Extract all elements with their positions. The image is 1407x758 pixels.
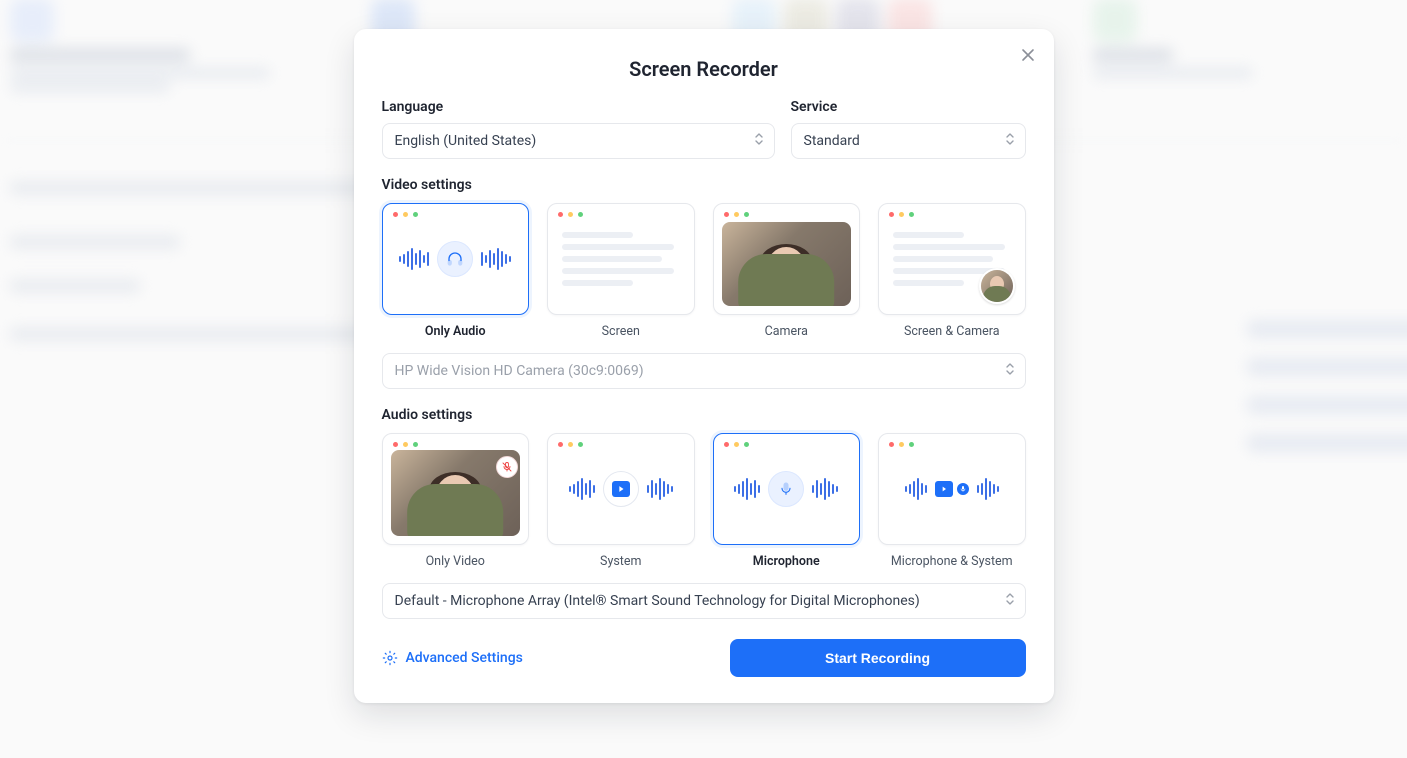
option-label: Only Video [426, 554, 485, 569]
chevron-up-down-icon [1005, 132, 1015, 150]
window-dots-icon [393, 212, 418, 217]
window-dots-icon [393, 442, 418, 447]
chevron-up-down-icon [1005, 362, 1015, 380]
option-label: Microphone [753, 554, 820, 569]
modal-overlay[interactable]: Screen Recorder Language English (United… [0, 0, 1407, 758]
microphone-icon [957, 483, 969, 495]
headphones-icon [437, 241, 473, 277]
window-dots-icon [558, 442, 583, 447]
option-label: Only Audio [425, 324, 486, 339]
audio-option-mic-system[interactable]: Microphone & System [878, 433, 1026, 569]
system-audio-icon [935, 481, 953, 497]
service-label: Service [791, 99, 1026, 115]
start-recording-label: Start Recording [825, 650, 930, 666]
video-options: Only Audio Screen Camera [382, 203, 1026, 339]
language-value: English (United States) [395, 133, 537, 149]
video-option-camera[interactable]: Camera [713, 203, 861, 339]
audio-option-only-video[interactable]: Only Video [382, 433, 530, 569]
system-audio-icon [603, 471, 639, 507]
gear-icon [382, 650, 398, 666]
advanced-settings-label: Advanced Settings [406, 650, 523, 666]
window-dots-icon [889, 212, 914, 217]
audio-settings-label: Audio settings [382, 407, 1026, 423]
option-label: Screen [602, 324, 640, 339]
window-dots-icon [724, 212, 749, 217]
audio-option-microphone[interactable]: Microphone [713, 433, 861, 569]
service-select[interactable]: Standard [791, 123, 1026, 159]
close-icon [1021, 48, 1035, 62]
service-value: Standard [804, 133, 860, 149]
camera-pip-icon [979, 268, 1015, 304]
video-option-screen-camera[interactable]: Screen & Camera [878, 203, 1026, 339]
option-label: Screen & Camera [904, 324, 1000, 339]
option-label: Camera [765, 324, 808, 339]
screen-recorder-modal: Screen Recorder Language English (United… [354, 29, 1054, 703]
microphone-icon [768, 471, 804, 507]
window-dots-icon [724, 442, 749, 447]
window-dots-icon [558, 212, 583, 217]
language-select[interactable]: English (United States) [382, 123, 775, 159]
video-option-screen[interactable]: Screen [547, 203, 695, 339]
close-button[interactable] [1016, 43, 1040, 67]
audio-option-system[interactable]: System [547, 433, 695, 569]
video-option-only-audio[interactable]: Only Audio [382, 203, 530, 339]
chevron-up-down-icon [754, 132, 764, 150]
camera-value: HP Wide Vision HD Camera (30c9:0069) [395, 363, 644, 379]
audio-options: Only Video System [382, 433, 1026, 569]
language-label: Language [382, 99, 775, 115]
video-settings-label: Video settings [382, 177, 1026, 193]
chevron-up-down-icon [1005, 592, 1015, 610]
microphone-select[interactable]: Default - Microphone Array (Intel® Smart… [382, 583, 1026, 619]
window-dots-icon [889, 442, 914, 447]
camera-select[interactable]: HP Wide Vision HD Camera (30c9:0069) [382, 353, 1026, 389]
advanced-settings-link[interactable]: Advanced Settings [382, 650, 523, 666]
microphone-value: Default - Microphone Array (Intel® Smart… [395, 593, 920, 609]
start-recording-button[interactable]: Start Recording [730, 639, 1026, 677]
mic-muted-icon [496, 456, 518, 478]
modal-title: Screen Recorder [382, 57, 1026, 81]
option-label: Microphone & System [891, 554, 1013, 569]
option-label: System [600, 554, 641, 569]
